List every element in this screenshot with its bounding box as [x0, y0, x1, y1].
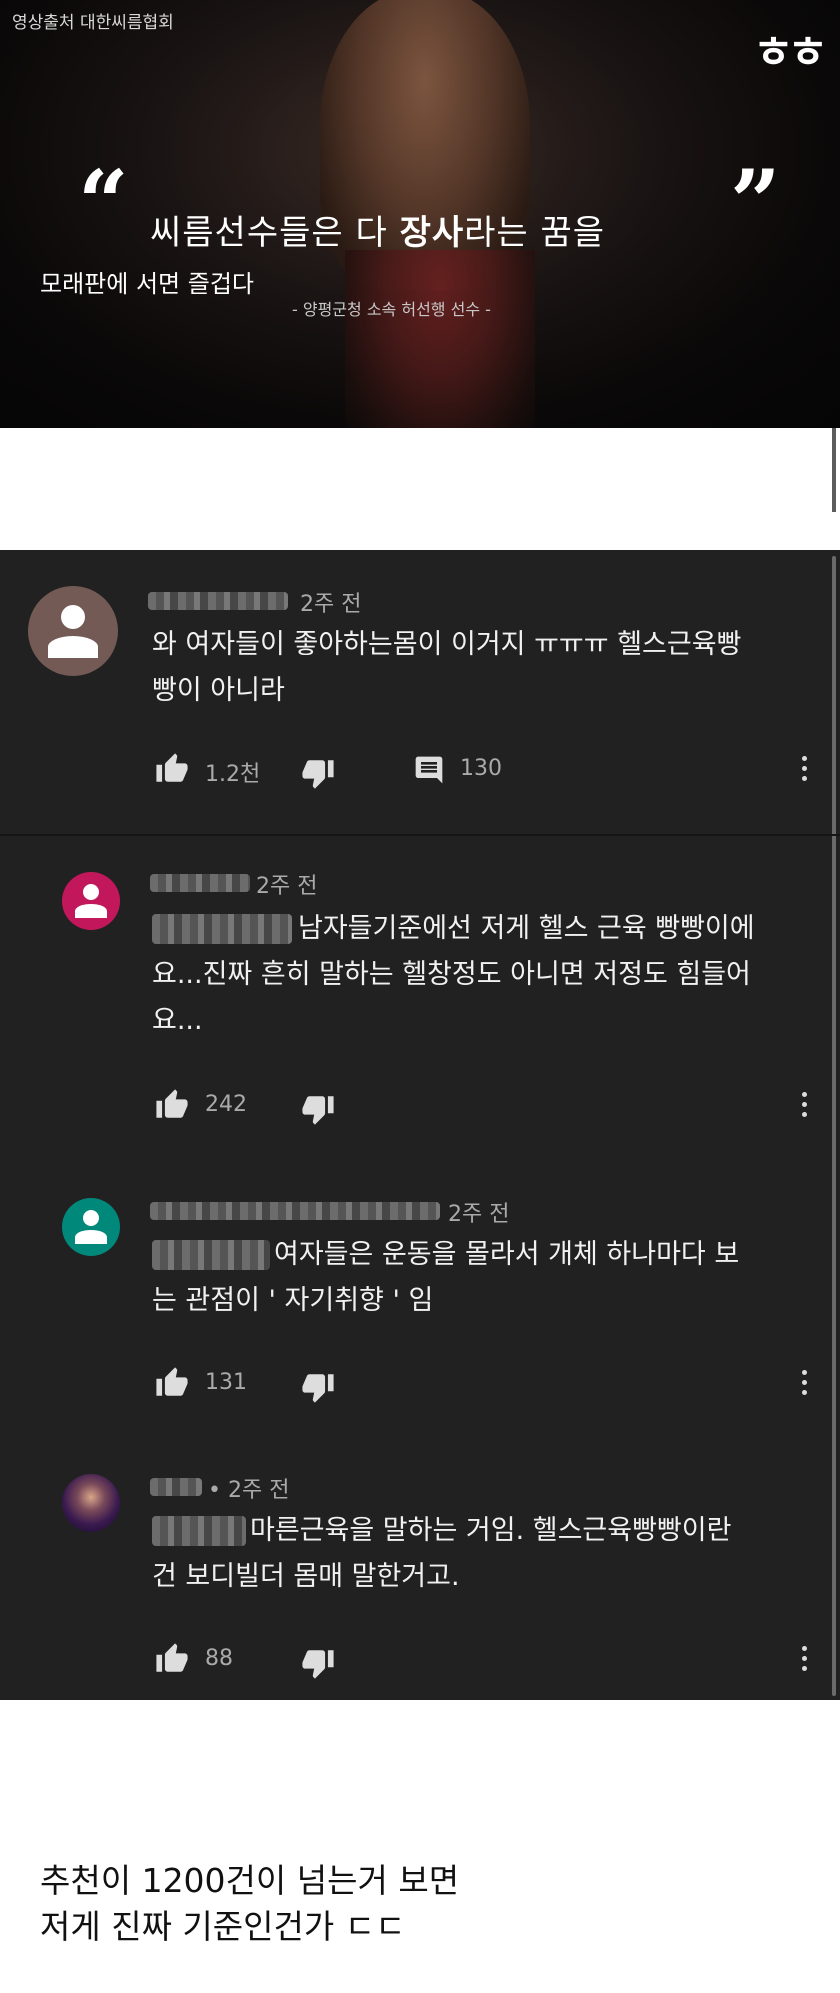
reply-count: 130	[460, 756, 502, 781]
more-vert-icon[interactable]	[802, 1646, 808, 1676]
redacted-username	[150, 1478, 202, 1496]
reply-item: • 2주 전 마른근육을 말하는 거임. 헬스근육빵빵이란 건 보디빌더 몸매 …	[0, 1450, 840, 1700]
thumb-up-icon[interactable]	[154, 1088, 190, 1122]
quote-close-mark: ”	[730, 150, 781, 254]
page-scrollbar[interactable]	[832, 428, 836, 512]
thumb-up-icon[interactable]	[154, 1366, 190, 1400]
quote-open-mark: “	[78, 150, 129, 254]
like-count: 131	[205, 1370, 247, 1395]
more-vert-icon[interactable]	[802, 1370, 808, 1400]
more-vert-icon[interactable]	[802, 1092, 808, 1122]
reply-item: 2주 전 남자들기준에선 저게 헬스 근육 빵빵이에 요...진짜 흔히 말하는…	[0, 836, 840, 1170]
redacted-username	[148, 592, 288, 610]
comment-time: • 2주 전	[208, 1478, 290, 1503]
redacted-username	[150, 1202, 440, 1220]
like-count: 1.2천	[205, 762, 261, 787]
like-count: 88	[205, 1646, 233, 1671]
post-caption: 추천이 1200건이 넘는거 보면 저게 진짜 기준인건가 ㄷㄷ	[40, 1858, 459, 1950]
comment-time: 2주 전	[448, 1202, 510, 1227]
comment-text: 마른근육을 말하는 거임. 헬스근육빵빵이란 건 보디빌더 몸매 말한거고.	[152, 1515, 732, 1592]
comment-actions: 242	[0, 1088, 840, 1125]
like-count: 242	[205, 1092, 247, 1117]
comment-icon[interactable]	[412, 754, 446, 786]
avatar[interactable]	[62, 872, 120, 930]
more-vert-icon[interactable]	[802, 756, 808, 786]
comment-text: 남자들기준에선 저게 헬스 근육 빵빵이에 요...진짜 흔히 말하는 헬창정도…	[152, 913, 755, 1036]
thumb-down-icon[interactable]	[300, 1646, 336, 1680]
comment-text: 와 여자들이 좋아하는몸이 이거지 ㅠㅠㅠ 헬스근육빵 빵이 아니라	[152, 629, 742, 706]
thumbnail-headline: 씨름선수들은 다 장사라는 꿈을	[150, 213, 606, 253]
redacted-username	[150, 874, 250, 892]
comments-panel: 2주 전 와 여자들이 좋아하는몸이 이거지 ㅠㅠㅠ 헬스근육빵 빵이 아니라 …	[0, 550, 840, 1700]
thumb-up-icon[interactable]	[154, 1642, 190, 1676]
thumb-down-icon[interactable]	[300, 1370, 336, 1404]
comment-text: 여자들은 운동을 몰라서 개체 하나마다 보 는 관점이 ' 자기취향 ' 임	[152, 1239, 740, 1316]
thumb-down-icon[interactable]	[300, 1092, 336, 1126]
comment-actions: 88	[0, 1642, 840, 1679]
channel-logo-icon: ㅎㅎ	[753, 27, 828, 78]
comment-time: 2주 전	[300, 592, 362, 617]
comment-actions: 1.2천 130	[0, 752, 840, 789]
comment-item: 2주 전 와 여자들이 좋아하는몸이 이거지 ㅠㅠㅠ 헬스근육빵 빵이 아니라 …	[0, 550, 840, 834]
thumbnail-subline: 모래판에 서면 즐겁다	[40, 270, 254, 298]
avatar[interactable]	[62, 1474, 120, 1532]
video-thumbnail[interactable]: 영상출처 대한씨름협회 ㅎㅎ “ ” 씨름선수들은 다 장사라는 꿈을 모래판에…	[0, 0, 840, 428]
video-source-label: 영상출처 대한씨름협회	[12, 13, 174, 33]
comment-actions: 131	[0, 1366, 840, 1403]
reply-item: 2주 전 여자들은 운동을 몰라서 개체 하나마다 보 는 관점이 ' 자기취향…	[0, 1170, 840, 1450]
avatar[interactable]	[28, 586, 118, 676]
thumb-up-icon[interactable]	[154, 752, 190, 786]
avatar[interactable]	[62, 1198, 120, 1256]
thumb-down-icon[interactable]	[300, 756, 336, 790]
wrestler-legs	[345, 250, 535, 428]
caption-line: 저게 진짜 기준인건가 ㄷㄷ	[40, 1907, 406, 1946]
thumbnail-credit: - 양평군청 소속 허선행 선수 -	[292, 300, 491, 319]
comment-time: 2주 전	[256, 874, 318, 899]
caption-line: 추천이 1200건이 넘는거 보면	[40, 1861, 460, 1900]
